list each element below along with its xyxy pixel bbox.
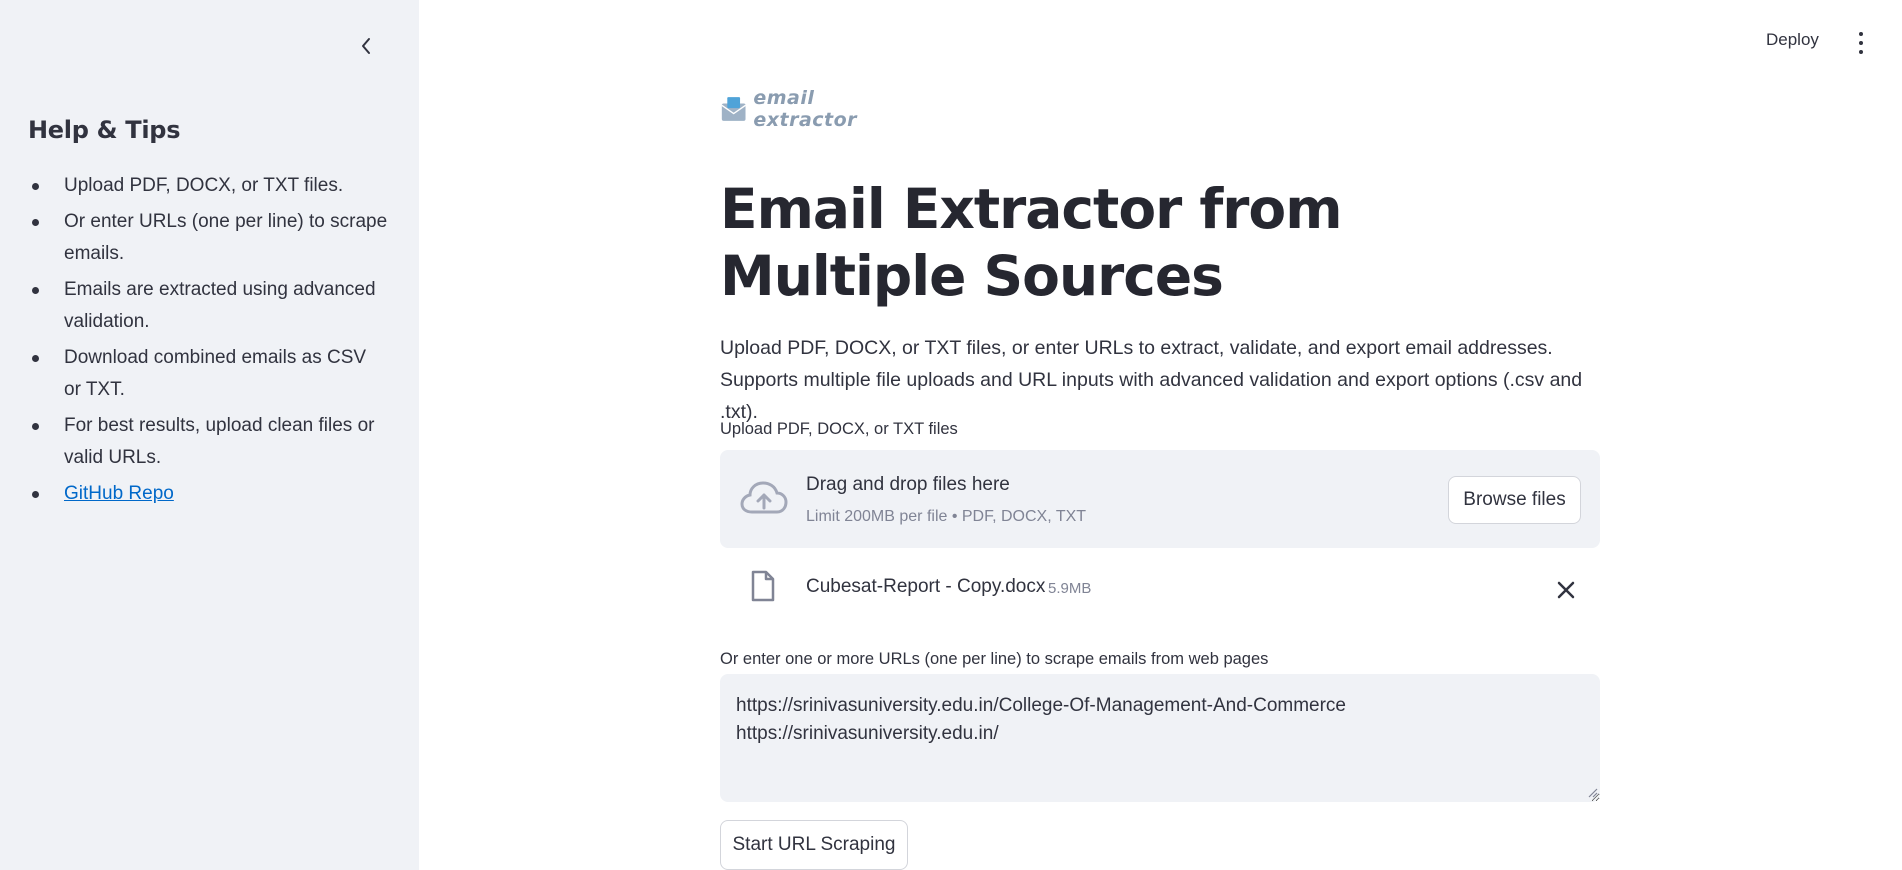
envelope-logo-icon <box>721 97 746 121</box>
cloud-upload-icon <box>740 481 788 514</box>
tip-item: For best results, upload clean files or … <box>28 410 388 474</box>
tip-item: Upload PDF, DOCX, or TXT files. <box>28 170 388 202</box>
uploaded-file-name: Cubesat-Report - Copy.docx <box>806 576 1046 597</box>
sidebar-heading: Help & Tips <box>28 116 181 144</box>
start-url-scraping-button[interactable]: Start URL Scraping <box>720 820 908 870</box>
tip-item: Emails are extracted using advanced vali… <box>28 274 388 338</box>
url-input-label: Or enter one or more URLs (one per line)… <box>720 650 1269 668</box>
uploaded-file-row: Cubesat-Report - Copy.docx 5.9MB <box>720 566 1600 612</box>
main-menu-icon[interactable] <box>1854 32 1868 54</box>
browse-files-button[interactable]: Browse files <box>1448 476 1581 524</box>
github-repo-link[interactable]: GitHub Repo <box>64 483 174 504</box>
file-dropzone[interactable]: Drag and drop files here Limit 200MB per… <box>720 450 1600 548</box>
app-logo: email extractor <box>720 87 910 131</box>
tip-item-link: GitHub Repo <box>28 478 388 510</box>
deploy-button[interactable]: Deploy <box>1766 30 1819 50</box>
url-textarea[interactable] <box>720 674 1600 802</box>
tip-item: Or enter URLs (one per line) to scrape e… <box>28 206 388 270</box>
uploaded-file-size: 5.9MB <box>1048 580 1092 597</box>
collapse-sidebar-button[interactable] <box>356 34 376 58</box>
remove-file-icon[interactable] <box>1556 580 1576 600</box>
resize-handle-icon[interactable] <box>1588 788 1598 798</box>
page-title: Email Extractor from Multiple Sources <box>720 177 1343 308</box>
chevron-left-icon <box>362 38 370 54</box>
sidebar: Help & Tips Upload PDF, DOCX, or TXT fil… <box>0 0 419 870</box>
tip-item: Download combined emails as CSV or TXT. <box>28 342 388 406</box>
file-icon <box>751 570 775 602</box>
dropzone-title: Drag and drop files here <box>806 474 1010 495</box>
logo-text: email extractor <box>753 87 858 131</box>
tips-list: Upload PDF, DOCX, or TXT files. Or enter… <box>28 170 388 514</box>
page-description: Upload PDF, DOCX, or TXT files, or enter… <box>720 337 1583 423</box>
upload-label: Upload PDF, DOCX, or TXT files <box>720 420 958 438</box>
dropzone-limit: Limit 200MB per file • PDF, DOCX, TXT <box>806 508 1087 525</box>
